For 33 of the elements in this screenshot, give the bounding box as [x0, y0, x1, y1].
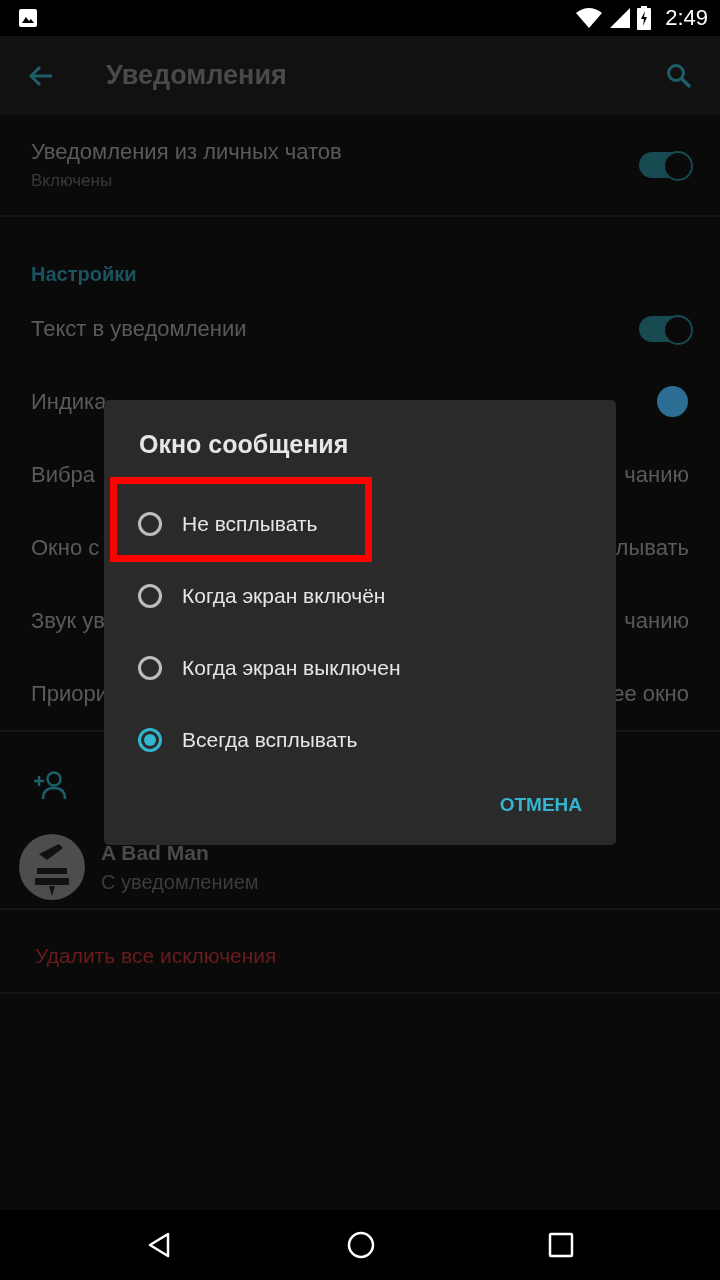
back-arrow-icon[interactable]: [28, 63, 54, 88]
dialog-title: Окно сообщения: [138, 430, 350, 460]
row-label: Звук ув: [31, 607, 105, 634]
image-icon: [18, 8, 38, 28]
section-header: Настройки: [30, 262, 138, 287]
radio-button[interactable]: [138, 584, 162, 608]
signal-icon: [609, 7, 632, 29]
row-title: Уведомления из личных чатов: [31, 139, 342, 165]
radio-option[interactable]: Не всплывать: [104, 488, 616, 560]
wifi-icon: [575, 7, 604, 29]
home-icon[interactable]: [347, 1231, 375, 1259]
row-label: Окно с: [31, 534, 100, 561]
recents-icon[interactable]: [547, 1232, 574, 1258]
contact-name: A Bad Man: [101, 840, 210, 865]
color-dot[interactable]: [657, 386, 688, 417]
radio-button[interactable]: [138, 512, 162, 536]
row-label: Индика: [31, 388, 107, 415]
add-user-icon[interactable]: [32, 770, 68, 800]
radio-option[interactable]: Всегда всплывать: [104, 704, 616, 776]
screen-title: Уведомления: [106, 60, 287, 91]
row-label: Вибра: [31, 461, 96, 488]
radio-option[interactable]: Когда экран включён: [104, 560, 616, 632]
clock: 2:49: [665, 5, 708, 31]
row-value: чанию: [624, 607, 689, 634]
radio-button[interactable]: [138, 728, 162, 752]
row-value: чанию: [624, 461, 689, 488]
battery-icon: [637, 6, 652, 30]
search-icon[interactable]: [666, 62, 692, 89]
radio-option[interactable]: Когда экран выключен: [104, 632, 616, 704]
cancel-button[interactable]: ОТМЕНА: [491, 786, 590, 824]
row-value: лывать: [615, 534, 689, 561]
row-label: Текст в уведомлении: [31, 315, 247, 342]
radio-button[interactable]: [138, 656, 162, 680]
